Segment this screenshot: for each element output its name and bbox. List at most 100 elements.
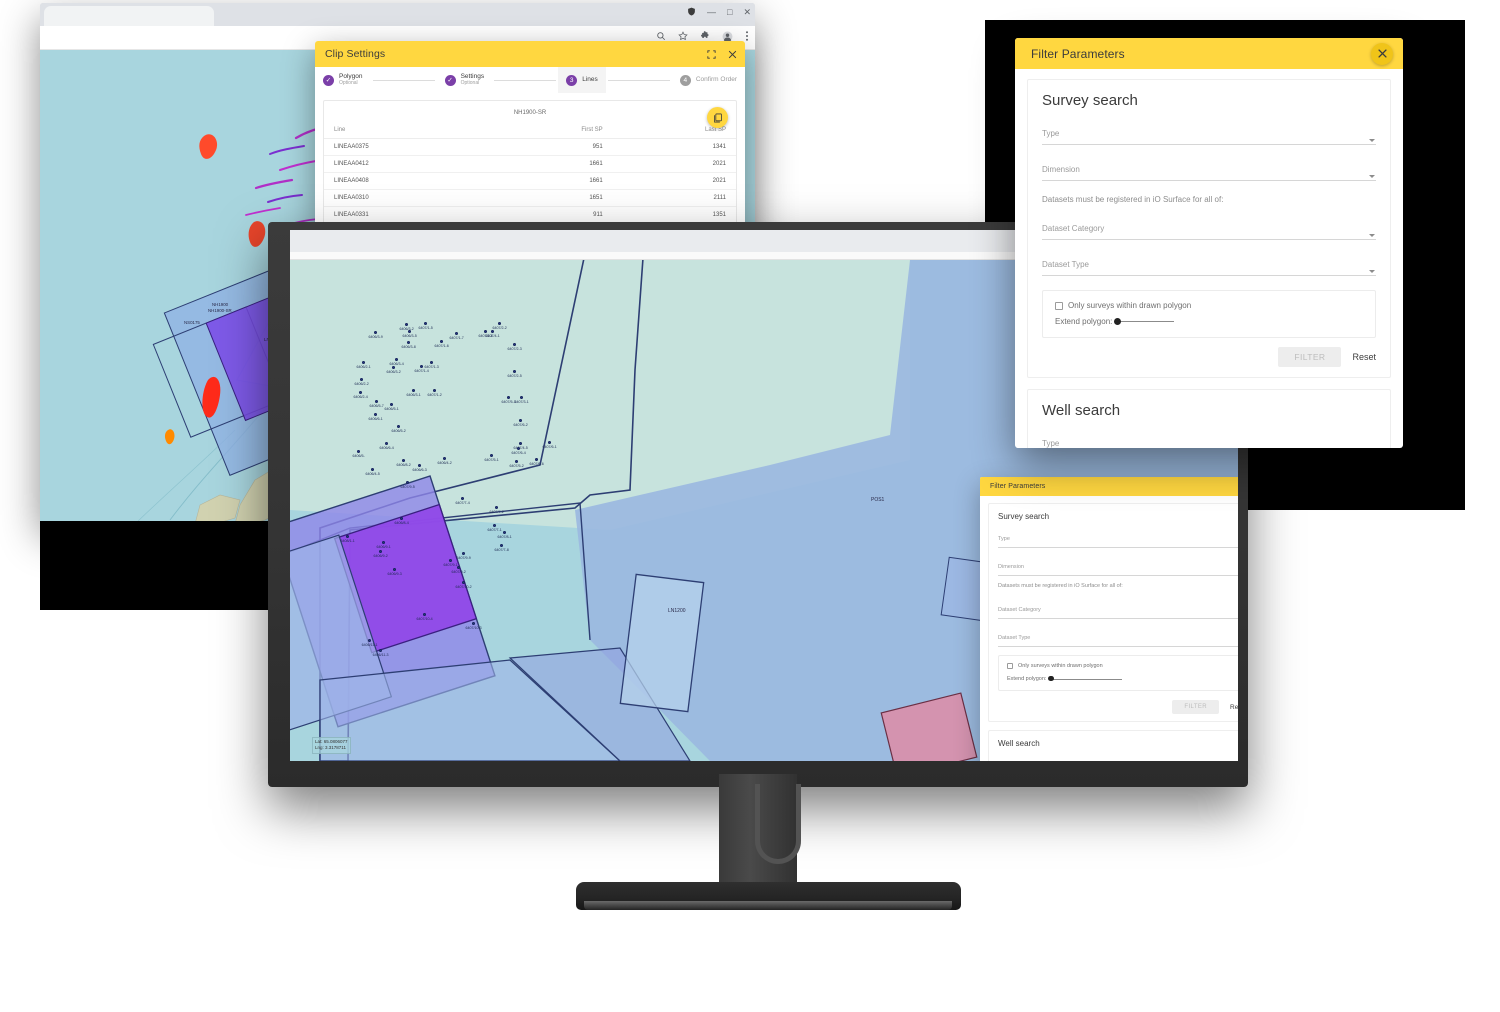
well-label: 6407/5-2 [509,463,524,468]
cell-line: LINEAA0412 [324,155,489,173]
map-coordinate-lng: Lng: 3.3178711 [315,745,346,751]
well-search-heading: Well search [1042,402,1121,419]
table-row[interactable]: LINEAA0331 911 1351 [324,206,736,224]
well-label: 6406/9-2 [373,553,388,558]
table-row[interactable]: LINEAA0412 1661 2021 [324,155,736,173]
survey-search-actions: FILTER Reset [1042,347,1376,367]
survey-extend-polygon-slider[interactable] [1114,317,1175,325]
filter-parameters-body-secondary: Survey search Type Dimension Datasets mu… [980,496,1238,761]
survey-search-card: Survey search Type Dimension Datasets mu… [1027,79,1391,378]
close-icon[interactable] [1371,42,1393,65]
slider-knob[interactable] [1114,317,1122,325]
well-label: 6407/1-7 [449,335,464,340]
survey-reset-button-secondary[interactable]: Reset [1230,704,1238,711]
column-header-first-sp[interactable]: First SP [488,123,613,139]
well-label: 6407/7-4 [455,500,470,505]
survey-polygon-checkbox[interactable] [1055,301,1063,310]
well-search-card: Well search Type Status [1027,389,1391,448]
cell-last-sp: 1341 [612,138,736,156]
map-label-nh1900-sr: NH1900-SR [208,308,232,313]
survey-filter-button-secondary[interactable]: FILTER [1172,700,1220,714]
survey-dimension-select[interactable]: Dimension [1042,159,1376,181]
table-row[interactable]: LINEAA0408 1661 2021 [324,172,736,190]
well-label: 6407/2-3 [507,346,522,351]
well-label: 6407/9-1 [443,562,458,567]
survey-polygon-checkbox-row-secondary[interactable]: Only surveys within drawn polygon [1007,663,1238,669]
maximize-icon[interactable]: □ [727,8,732,17]
filter-parameters-titlebar-secondary: Filter Parameters [980,477,1238,496]
cell-line: LINEAA0408 [324,172,489,190]
well-label: 6406/3-4 [389,361,404,366]
step-settings[interactable]: ✓ Settings Optional [437,67,493,93]
well-label: 6407/9-5 [400,484,415,489]
close-icon[interactable]: ✕ [743,8,751,17]
close-icon[interactable] [728,50,737,59]
browser-tabstrip[interactable]: — □ ✕ [40,3,755,26]
cell-first-sp: 1661 [488,172,613,190]
well-label: 6407/4-5 [513,445,528,450]
shield-icon [687,7,696,18]
step-lines-bubble: 3 [566,74,578,86]
cell-first-sp: 1651 [488,189,613,207]
survey-extend-polygon-row[interactable]: Extend polygon: [1055,317,1363,326]
well-label: 6406/3-1 [406,392,421,397]
screen-map-label-ln1200: LN1200 [668,608,686,614]
well-label: 6406/11-3 [372,652,389,657]
survey-dimension-select-secondary[interactable]: Dimension [998,555,1238,576]
clip-settings-stepper[interactable]: ✓ Polygon Optional ✓ Settings Optional 3… [315,67,745,94]
browser-tab[interactable] [44,6,214,26]
cell-first-sp: 1661 [488,155,613,173]
well-label: 6406/3-2 [386,369,401,374]
survey-extend-polygon-label: Extend polygon: [1055,317,1113,326]
step-polygon[interactable]: ✓ Polygon Optional [315,67,371,93]
survey-filter-button[interactable]: FILTER [1278,347,1342,367]
well-label: 6407/9-2 [451,569,466,574]
filter-parameters-dialog[interactable]: Filter Parameters Survey search Type Dim… [1015,38,1403,448]
slider-knob[interactable] [1048,675,1054,682]
well-type-select-secondary[interactable]: Type [998,754,1238,761]
well-label: 6407/3-1 [514,399,529,404]
survey-reset-button[interactable]: Reset [1352,352,1376,362]
window-controls[interactable]: — □ ✕ [687,7,751,18]
chevron-down-icon [1369,270,1375,273]
cell-line: LINEAA0375 [324,138,489,156]
survey-extend-polygon-label-secondary: Extend polygon: [1007,676,1047,682]
survey-polygon-options-secondary: Only surveys within drawn polygon Extend… [998,655,1238,691]
filter-parameters-dialog-secondary[interactable]: Filter Parameters Survey search Type Dim… [980,477,1238,761]
survey-dimension-label: Dimension [1042,165,1080,174]
fullscreen-icon[interactable] [707,49,716,59]
survey-search-heading: Survey search [1042,92,1138,109]
survey-polygon-options: Only surveys within drawn polygon Extend… [1042,290,1376,338]
table-row[interactable]: LINEAA0310 1651 2111 [324,189,736,207]
chrome-menu-icon[interactable] [745,30,749,45]
dataset-category-label: Dataset Category [1042,224,1105,233]
column-header-line[interactable]: Line [324,123,489,139]
map-label-ns0175: NS0175 [184,320,200,325]
well-label: 6407/6-1 [542,444,557,449]
well-label: 6406/6-3 [412,467,427,472]
well-type-label: Type [1042,439,1060,448]
screen-map-label-pos1: POS1 [871,497,885,503]
clip-settings-titlebar: Clip Settings [315,41,745,67]
step-confirm-order[interactable]: 4 Confirm Order [672,67,745,93]
survey-polygon-checkbox-secondary[interactable] [1007,663,1013,669]
copy-icon[interactable] [707,107,728,128]
monitor-stand-cutout [755,784,801,864]
well-label: 6406/5-2 [391,428,406,433]
survey-type-select[interactable]: Type [1042,123,1376,145]
step-settings-sublabel: Optional [460,79,480,86]
minimize-icon[interactable]: — [707,8,716,17]
dataset-type-select[interactable]: Dataset Type [1042,254,1376,276]
survey-polygon-checkbox-row[interactable]: Only surveys within drawn polygon [1055,301,1363,310]
well-type-select[interactable]: Type [1042,433,1376,448]
cell-last-sp: 2111 [612,189,736,207]
dataset-category-select-secondary[interactable]: Dataset Category [998,598,1238,619]
dataset-category-select[interactable]: Dataset Category [1042,218,1376,240]
filter-parameters-title-secondary: Filter Parameters [990,483,1046,490]
dataset-type-select-secondary[interactable]: Dataset Type [998,626,1238,647]
step-lines[interactable]: 3 Lines [558,67,606,93]
survey-extend-polygon-slider-secondary[interactable] [1048,675,1123,682]
survey-type-select-secondary[interactable]: Type [998,527,1238,548]
survey-extend-polygon-row-secondary[interactable]: Extend polygon: [1007,675,1238,682]
table-row[interactable]: LINEAA0375 951 1341 [324,138,736,156]
